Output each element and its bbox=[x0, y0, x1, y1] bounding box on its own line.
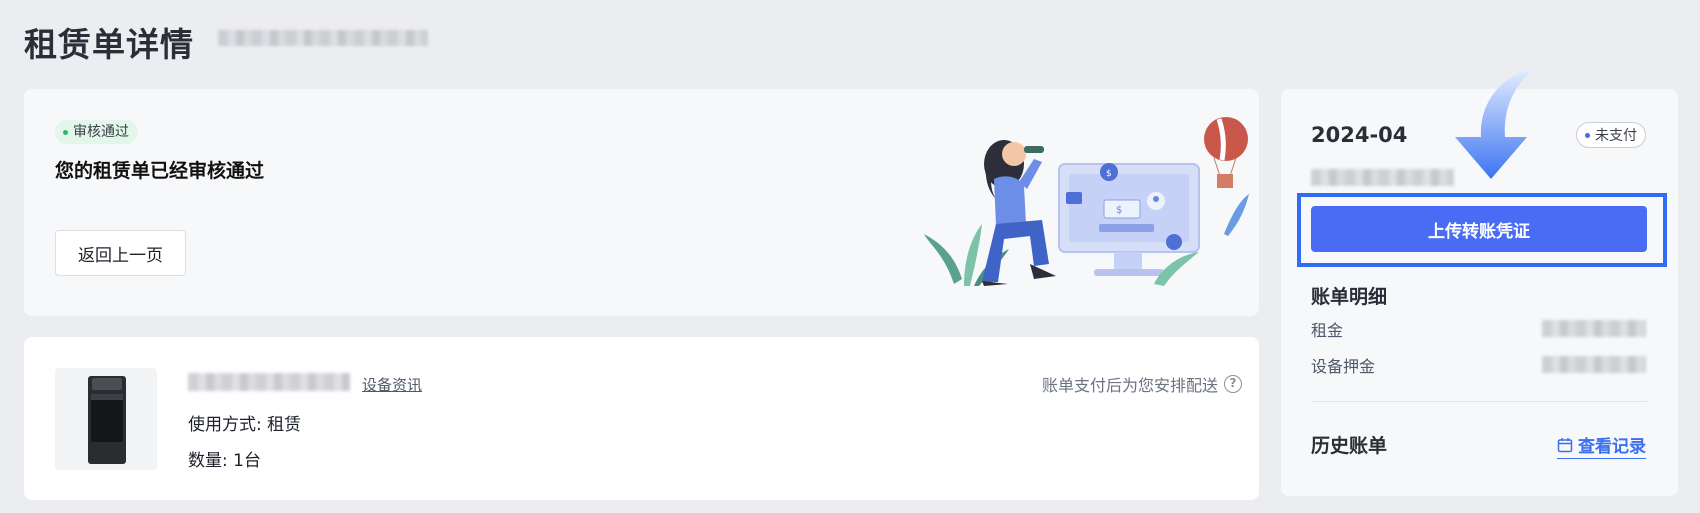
approval-illustration: $ $ bbox=[924, 117, 1249, 286]
deposit-value-redacted bbox=[1542, 356, 1646, 373]
help-circle-icon[interactable]: ? bbox=[1224, 375, 1242, 393]
audit-status-label: 审核通过 bbox=[73, 124, 129, 140]
upload-receipt-button[interactable]: 上传转账凭证 bbox=[1311, 206, 1647, 252]
device-info-link[interactable]: 设备资讯 bbox=[362, 374, 422, 395]
divider bbox=[1311, 401, 1647, 402]
view-history-label: 查看记录 bbox=[1578, 437, 1646, 457]
bill-detail-title: 账单明细 bbox=[1311, 286, 1388, 308]
status-dot-icon bbox=[1585, 132, 1590, 138]
svg-text:$: $ bbox=[1116, 205, 1122, 216]
order-id-redacted bbox=[218, 30, 428, 46]
bill-month: 2024-04 bbox=[1311, 123, 1408, 147]
usage-mode: 使用方式: 租赁 bbox=[188, 415, 302, 435]
payment-status-label: 未支付 bbox=[1595, 128, 1637, 144]
status-card: 审核通过 您的租赁单已经审核通过 返回上一页 $ $ bbox=[24, 89, 1259, 316]
device-card: 设备资讯 使用方式: 租赁 数量: 1台 账单支付后为您安排配送 ? bbox=[24, 337, 1259, 500]
device-image bbox=[55, 368, 157, 470]
status-message: 您的租赁单已经审核通过 bbox=[55, 160, 265, 182]
rent-label: 租金 bbox=[1311, 321, 1344, 340]
shipping-note-text: 账单支付后为您安排配送 bbox=[1041, 376, 1218, 395]
bill-card: 2024-04 未支付 上传转账凭证 账单明细 租金 设备押金 历史账单 查看记… bbox=[1281, 67, 1678, 496]
svg-text:$: $ bbox=[1106, 169, 1112, 179]
shipping-note: 账单支付后为您安排配送 ? bbox=[1042, 372, 1242, 396]
rent-value-redacted bbox=[1542, 320, 1646, 337]
audit-status-badge: 审核通过 bbox=[55, 120, 138, 144]
status-dot-icon bbox=[63, 129, 68, 135]
quantity: 数量: 1台 bbox=[188, 451, 261, 471]
back-button[interactable]: 返回上一页 bbox=[55, 230, 186, 276]
deposit-label: 设备押金 bbox=[1311, 357, 1376, 376]
history-bill-title: 历史账单 bbox=[1311, 435, 1388, 457]
device-name-redacted bbox=[188, 373, 350, 391]
down-arrow-icon bbox=[1455, 67, 1537, 179]
payment-status-badge: 未支付 bbox=[1576, 122, 1646, 148]
view-history-link[interactable]: 查看记录 bbox=[1557, 432, 1646, 459]
page-title: 租赁单详情 bbox=[24, 25, 194, 64]
calendar-icon bbox=[1557, 437, 1573, 452]
